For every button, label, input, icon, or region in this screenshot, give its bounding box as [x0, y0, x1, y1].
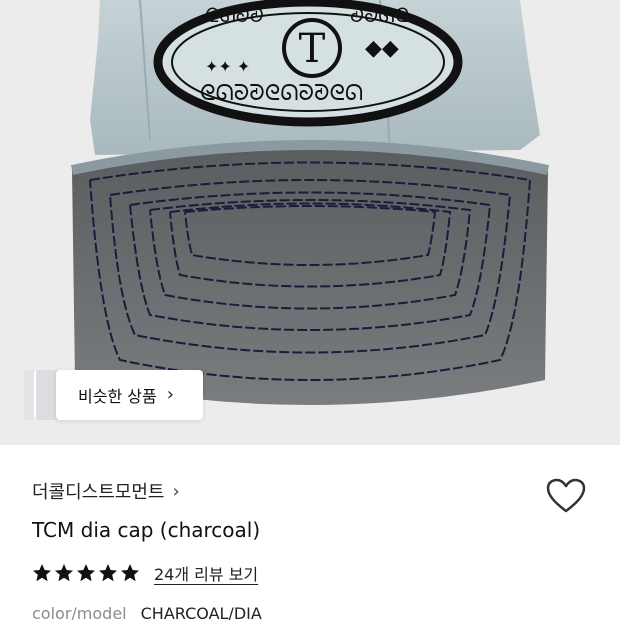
- svg-text:✦✦ ✦: ✦✦ ✦: [205, 57, 250, 76]
- brand-link[interactable]: 더콜디스트모먼트 ›: [32, 478, 180, 504]
- spec-row: color/model CHARCOAL/DIA: [32, 604, 262, 620]
- star-icon: [77, 564, 95, 582]
- rating-row: 24개 리뷰 보기: [32, 561, 258, 585]
- spec-label: color/model: [32, 604, 127, 620]
- chevron-right-icon: ›: [166, 384, 174, 405]
- svg-text:◆◆: ◆◆: [365, 36, 399, 61]
- similar-products-label: 비슷한 상품: [78, 387, 157, 406]
- chevron-right-icon: ›: [172, 480, 180, 502]
- heart-icon[interactable]: [546, 478, 586, 514]
- star-icon: [121, 564, 139, 582]
- reviews-link[interactable]: 24개 리뷰 보기: [154, 561, 258, 585]
- thumbnail-strip[interactable]: [24, 370, 60, 420]
- star-rating: [32, 563, 140, 583]
- svg-text:ᘓᘏᘐᘑ: ᘓᘏᘐᘑ: [205, 3, 264, 27]
- similar-products-button[interactable]: 비슷한 상품 ›: [56, 370, 203, 420]
- spec-value: CHARCOAL/DIA: [140, 604, 262, 620]
- svg-text:ᘓᘏᘐᘑᘓᘏᘐᘑᘓᘏ: ᘓᘏᘐᘑᘓᘏᘐᘑᘓᘏ: [200, 81, 363, 106]
- star-icon: [33, 564, 51, 582]
- product-title: TCM dia cap (charcoal): [32, 518, 261, 542]
- svg-text:ᘑᘐᘏᘓ: ᘑᘐᘏᘓ: [350, 3, 409, 27]
- brand-name: 더콜디스트모먼트: [32, 482, 165, 503]
- star-icon: [99, 564, 117, 582]
- star-icon: [55, 564, 73, 582]
- svg-text:T: T: [299, 26, 326, 72]
- product-image[interactable]: T ᘓᘏᘐᘑ ᘑᘐᘏᘓ ᘓᘏᘐᘑᘓᘏᘐᘑᘓᘏ ◆◆ ✦✦ ✦ 비슷한 상품 ›: [0, 0, 620, 445]
